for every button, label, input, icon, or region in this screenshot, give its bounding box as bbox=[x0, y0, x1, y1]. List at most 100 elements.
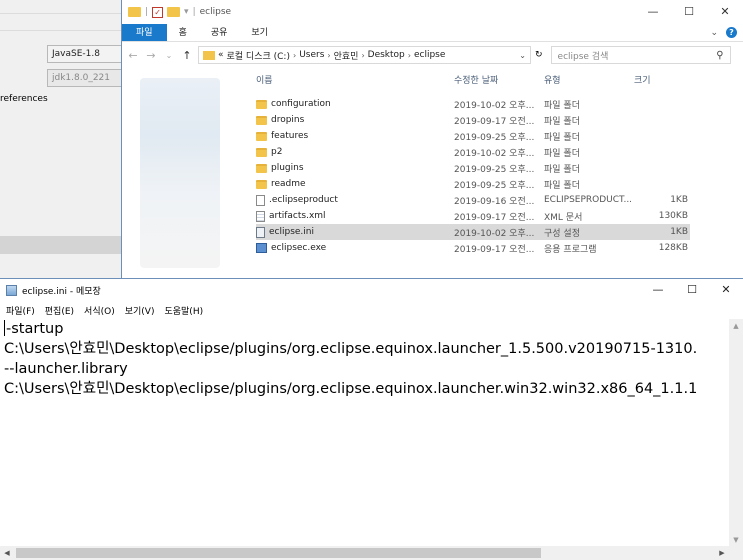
file-name: p2 bbox=[271, 147, 283, 157]
navigation-pane[interactable] bbox=[122, 68, 242, 278]
notepad-menubar: 파일(F) 편집(E) 서식(O) 보기(V) 도움말(H) bbox=[0, 301, 743, 319]
file-size: 1KB bbox=[670, 195, 688, 205]
breadcrumb-user[interactable]: 안효민 bbox=[334, 49, 359, 62]
column-header-size[interactable]: 크기 bbox=[634, 73, 690, 86]
notepad-text-area[interactable]: -startup C:\Users\안효민\Desktop\eclipse/plu… bbox=[0, 319, 729, 547]
file-type: 응용 프로그램 bbox=[544, 244, 597, 255]
file-name: artifacts.xml bbox=[269, 211, 326, 221]
minimize-button[interactable]: — bbox=[641, 279, 675, 301]
explorer-content: 이름 수정한 날짜 유형 크기 configuration 2019-10-02 … bbox=[122, 68, 743, 278]
tab-home[interactable]: 홈 bbox=[167, 24, 199, 41]
exe-icon bbox=[256, 243, 267, 253]
file-name: features bbox=[271, 131, 309, 141]
file-row[interactable]: artifacts.xml 2019-09-17 오전... XML 문서 130KB bbox=[256, 208, 743, 224]
file-list: 이름 수정한 날짜 유형 크기 configuration 2019-10-02 … bbox=[256, 68, 743, 278]
menu-help[interactable]: 도움말(H) bbox=[164, 304, 203, 317]
search-icon[interactable]: ⚲ bbox=[716, 50, 723, 61]
menu-file[interactable]: 파일(F) bbox=[6, 304, 35, 317]
file-row[interactable]: .eclipseproduct 2019-09-16 오전... ECLIPSEPR… bbox=[256, 192, 743, 208]
menu-view[interactable]: 보기(V) bbox=[125, 304, 155, 317]
folder-icon bbox=[256, 99, 267, 109]
search-input[interactable]: eclipse 검색 ⚲ bbox=[550, 46, 731, 64]
scroll-right-icon[interactable]: ▶ bbox=[715, 546, 729, 560]
breadcrumb-users[interactable]: Users bbox=[299, 50, 324, 60]
maximize-button[interactable]: ☐ bbox=[675, 279, 709, 301]
file-type: 구성 설정 bbox=[544, 228, 580, 239]
file-row[interactable]: plugins 2019-09-25 오후... 파일 폴더 bbox=[256, 160, 743, 176]
file-name-cell: readme bbox=[256, 179, 454, 189]
chevron-right-icon[interactable]: › bbox=[408, 51, 411, 60]
forward-arrow-icon[interactable]: → bbox=[144, 49, 158, 62]
back-arrow-icon[interactable]: ← bbox=[126, 49, 140, 62]
chevron-right-icon[interactable]: › bbox=[293, 51, 296, 60]
file-row[interactable]: eclipsec.exe 2019-09-17 오전... 응용 프로그램 128KB bbox=[256, 240, 743, 256]
file-row[interactable]: configuration 2019-10-02 오후... 파일 폴더 bbox=[256, 96, 743, 112]
vertical-scrollbar[interactable]: ▲ ▼ bbox=[729, 319, 743, 547]
chevron-right-icon[interactable]: › bbox=[361, 51, 364, 60]
horizontal-scrollbar[interactable]: ◀ ▶ bbox=[0, 546, 729, 560]
file-date: 2019-09-25 오후... bbox=[454, 180, 535, 191]
breadcrumb-desktop[interactable]: Desktop bbox=[368, 50, 405, 60]
address-bar[interactable]: « 로컬 디스크 (C:) › Users › 안효민 › Desktop › … bbox=[198, 46, 531, 64]
minimize-button[interactable]: — bbox=[635, 0, 671, 24]
file-type: 파일 폴더 bbox=[544, 164, 580, 175]
scroll-left-icon[interactable]: ◀ bbox=[0, 546, 14, 560]
scrollbar-thumb[interactable] bbox=[16, 548, 541, 558]
file-type: 파일 폴더 bbox=[544, 100, 580, 111]
scroll-down-icon[interactable]: ▼ bbox=[729, 533, 743, 547]
column-header-date[interactable]: 수정한 날짜 bbox=[454, 73, 544, 86]
maximize-button[interactable]: ☐ bbox=[671, 0, 707, 24]
properties-icon[interactable]: ✓ bbox=[152, 6, 164, 18]
file-type: XML 문서 bbox=[544, 212, 583, 223]
help-icon[interactable]: ? bbox=[726, 27, 737, 38]
folder-icon[interactable] bbox=[128, 7, 141, 17]
file-name: .eclipseproduct bbox=[269, 195, 338, 205]
breadcrumb-local-disk[interactable]: 로컬 디스크 (C:) bbox=[227, 49, 290, 62]
new-folder-icon[interactable] bbox=[167, 7, 181, 17]
java-version-field[interactable]: JavaSE-1.8 bbox=[47, 45, 123, 63]
blurred-nav-items bbox=[140, 78, 220, 268]
jdk-field[interactable]: jdk1.8.0_221 bbox=[47, 69, 123, 87]
up-arrow-icon[interactable]: ↑ bbox=[180, 49, 194, 62]
close-button[interactable]: ✕ bbox=[707, 0, 743, 24]
breadcrumb-eclipse[interactable]: eclipse bbox=[414, 50, 445, 60]
tab-file[interactable]: 파일 bbox=[122, 24, 167, 41]
file-size: 128KB bbox=[658, 243, 688, 253]
file-name: readme bbox=[271, 179, 306, 189]
menu-edit[interactable]: 편집(E) bbox=[45, 304, 74, 317]
file-name: dropins bbox=[271, 115, 305, 125]
chevron-right-icon[interactable]: › bbox=[327, 51, 330, 60]
file-row[interactable]: p2 2019-10-02 오후... 파일 폴더 bbox=[256, 144, 743, 160]
column-header-type[interactable]: 유형 bbox=[544, 73, 634, 86]
recent-dropdown-icon[interactable]: ⌄ bbox=[162, 51, 176, 60]
file-row[interactable]: readme 2019-09-25 오후... 파일 폴더 bbox=[256, 176, 743, 192]
file-name: configuration bbox=[271, 99, 331, 109]
address-dropdown-icon[interactable]: ⌄ bbox=[519, 51, 526, 60]
expand-ribbon-icon[interactable]: ⌄ bbox=[710, 28, 718, 38]
explorer-titlebar: | ✓ ▾ | eclipse — ☐ ✕ bbox=[122, 0, 743, 24]
refresh-icon[interactable]: ↻ bbox=[535, 50, 543, 60]
menu-format[interactable]: 서식(O) bbox=[84, 304, 115, 317]
customize-dropdown-icon[interactable]: ▾ bbox=[184, 7, 189, 17]
file-row[interactable]: features 2019-09-25 오후... 파일 폴더 bbox=[256, 128, 743, 144]
column-header-name[interactable]: 이름 bbox=[256, 73, 454, 86]
file-row[interactable]: eclipse.ini 2019-10-02 오후... 구성 설정 1KB bbox=[256, 224, 690, 240]
references-label: references bbox=[0, 94, 48, 104]
file-size: 1KB bbox=[670, 227, 688, 237]
scroll-up-icon[interactable]: ▲ bbox=[729, 319, 743, 333]
text-line: --launcher.library bbox=[4, 361, 128, 377]
file-name-cell: features bbox=[256, 131, 454, 141]
file-name-cell: .eclipseproduct bbox=[256, 194, 454, 206]
notepad-title: eclipse.ini - 메모장 bbox=[22, 286, 101, 297]
tab-view[interactable]: 보기 bbox=[239, 24, 280, 41]
file-name-cell: eclipsec.exe bbox=[256, 243, 454, 253]
close-button[interactable]: ✕ bbox=[709, 279, 743, 301]
tab-share[interactable]: 공유 bbox=[199, 24, 240, 41]
file-rows: configuration 2019-10-02 오후... 파일 폴더 dropin… bbox=[256, 96, 743, 256]
file-type: ECLIPSEPRODUCT... bbox=[544, 195, 633, 205]
notepad-window: eclipse.ini - 메모장 — ☐ ✕ 파일(F) 편집(E) 서식(O… bbox=[0, 278, 743, 560]
breadcrumb-overflow[interactable]: « bbox=[218, 50, 224, 60]
file-row[interactable]: dropins 2019-09-17 오전... 파일 폴더 bbox=[256, 112, 743, 128]
window-controls: — ☐ ✕ bbox=[635, 0, 743, 24]
file-explorer-window: | ✓ ▾ | eclipse — ☐ ✕ 파일 홈 공유 보기 ⌄ ? ← →… bbox=[121, 0, 743, 278]
